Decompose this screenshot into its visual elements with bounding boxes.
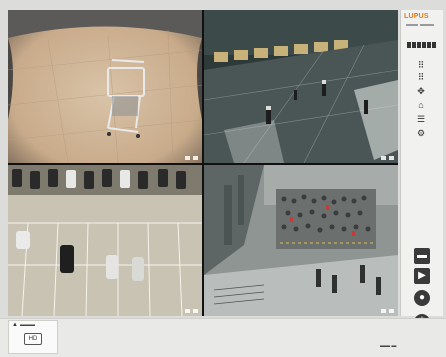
playback-button[interactable]: ▶ xyxy=(414,268,430,284)
home-icon[interactable]: ⌂ xyxy=(413,100,429,110)
status-graphic: ▬▬ ▬ xyxy=(380,343,397,349)
video-grid xyxy=(8,10,398,316)
tile-controls[interactable] xyxy=(185,156,198,160)
brand-logo: LUPUS xyxy=(404,13,429,20)
layout-5-button[interactable] xyxy=(426,42,431,48)
camera-4-image xyxy=(204,165,398,316)
layout-3-button[interactable] xyxy=(416,42,421,48)
record-button[interactable]: ● xyxy=(414,290,430,306)
grid-9-icon[interactable]: ⠿ xyxy=(413,72,429,82)
status-bar xyxy=(0,318,446,357)
layout-4-button[interactable] xyxy=(421,42,426,48)
camera-view-1[interactable] xyxy=(8,10,202,163)
ptz-icon[interactable]: ✥ xyxy=(413,86,429,96)
camera-icon: ▲ xyxy=(12,322,18,328)
list-icon[interactable]: ☰ xyxy=(413,114,429,124)
hd-quality-badge[interactable]: HD xyxy=(24,333,42,345)
camera-2-image xyxy=(204,10,398,163)
snapshot-button[interactable]: ▬ xyxy=(414,248,430,264)
camera-view-3[interactable] xyxy=(8,165,202,316)
camera-name-graphic: ▬▬▬ xyxy=(20,322,35,328)
camera-3-image xyxy=(8,165,202,316)
tile-controls[interactable] xyxy=(381,309,394,313)
grid-4-icon[interactable]: ⠿ xyxy=(413,60,429,70)
layout-1-button[interactable] xyxy=(406,42,411,48)
settings-icon[interactable]: ⚙ xyxy=(413,128,429,138)
camera-view-2[interactable] xyxy=(204,10,398,163)
camera-view-4[interactable] xyxy=(204,165,398,316)
layout-6-button[interactable] xyxy=(431,42,436,48)
layout-selector xyxy=(401,42,441,49)
tile-controls[interactable] xyxy=(185,309,198,313)
layout-2-button[interactable] xyxy=(411,42,416,48)
camera-1-image xyxy=(8,10,202,163)
brand-tagline-graphic xyxy=(406,24,440,29)
tile-controls[interactable] xyxy=(381,156,394,160)
